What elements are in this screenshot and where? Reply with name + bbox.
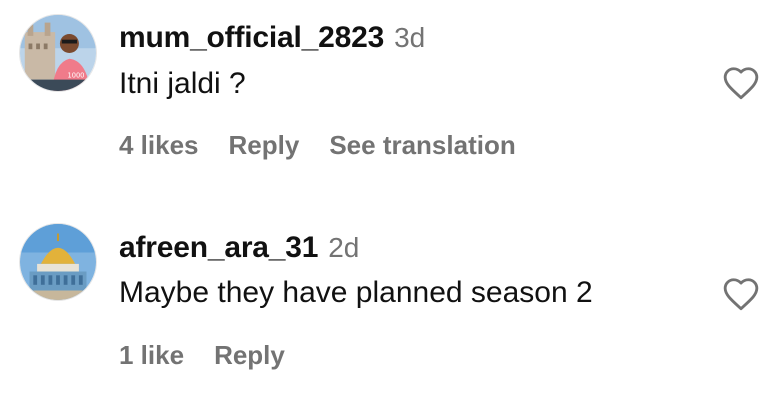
comment-text: Maybe they have planned season 2 <box>119 276 593 309</box>
comment-item: 1000 mum_official_2823 3d Itni jaldi ? 4 … <box>0 0 777 200</box>
avatar-photo-icon: 1000 <box>20 15 96 91</box>
comment-actions: 4 likes Reply See translation <box>119 132 546 158</box>
username-link[interactable]: mum_official_2823 <box>119 21 384 54</box>
reply-button[interactable]: Reply <box>229 132 300 158</box>
comment-text: Itni jaldi ? <box>119 67 246 100</box>
svg-text:1000: 1000 <box>68 72 85 80</box>
avatar[interactable]: 1000 <box>19 14 97 92</box>
reply-button[interactable]: Reply <box>214 342 285 368</box>
heart-outline-icon <box>723 67 759 100</box>
avatar[interactable] <box>19 223 97 301</box>
like-button[interactable] <box>722 276 760 312</box>
timestamp: 2d <box>328 232 360 263</box>
avatar-photo-icon <box>20 224 96 300</box>
username-link[interactable]: afreen_ara_31 <box>119 231 318 264</box>
timestamp: 3d <box>394 22 426 53</box>
see-translation-button[interactable]: See translation <box>329 132 515 158</box>
comment-header: afreen_ara_31 2d <box>119 233 359 263</box>
like-button[interactable] <box>722 65 760 101</box>
comment-item: afreen_ara_31 2d Maybe they have planned … <box>0 210 777 410</box>
heart-outline-icon <box>723 278 759 311</box>
likes-count-button[interactable]: 4 likes <box>119 132 199 158</box>
comment-actions: 1 like Reply <box>119 342 315 368</box>
comment-header: mum_official_2823 3d <box>119 23 425 53</box>
likes-count-button[interactable]: 1 like <box>119 342 184 368</box>
